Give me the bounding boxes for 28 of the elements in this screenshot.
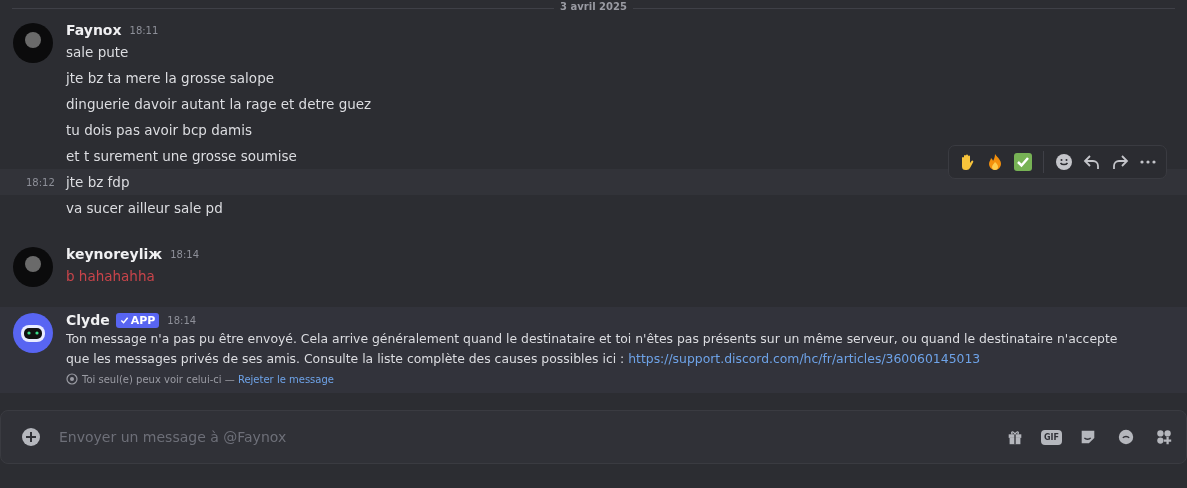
timestamp: 18:12 bbox=[26, 176, 55, 188]
message-text: et t surement une grosse soumise bbox=[66, 147, 297, 166]
support-link[interactable]: https://support.discord.com/hc/fr/articles/360060145013 bbox=[628, 351, 981, 366]
timestamp: 18:14 bbox=[167, 314, 197, 326]
message-text: va sucer ailleur sale pd bbox=[66, 199, 223, 218]
author-name[interactable]: Clyde bbox=[66, 312, 110, 328]
author-name[interactable]: keynoreyliж bbox=[66, 246, 163, 262]
avatar-circle[interactable] bbox=[13, 23, 53, 63]
add-icon[interactable] bbox=[19, 425, 43, 449]
avatar-circle[interactable] bbox=[13, 247, 53, 287]
gif-button[interactable]: GIF bbox=[1041, 429, 1062, 445]
message-text: Ton message n'a pas pu être envoyé. Cela arrive généralement quand le destinataire et toi n'êtes pas présents sur un même serveur, ou quand le destinataire n'accepte que les messages privés de ses amis. Consulte la liste complète des causes possibles ici : https://support.discord.com/hc/fr/articles/360060145013 bbox=[66, 330, 1119, 368]
author-name[interactable]: Faynox bbox=[66, 22, 122, 38]
message-input[interactable]: Envoyer un message à @Faynox GIF bbox=[0, 410, 1187, 464]
message-text: jte bz fdp bbox=[66, 173, 130, 192]
message-text: b hahahahha bbox=[66, 267, 155, 286]
message-text: dinguerie davoir autant la rage et detre guez bbox=[66, 95, 372, 114]
checkmark-icon[interactable] bbox=[1011, 150, 1035, 174]
robot-avatar[interactable] bbox=[13, 313, 53, 353]
timestamp: 18:14 bbox=[170, 248, 200, 260]
hovered-message-row[interactable]: 18:12 jte bz fdp bbox=[0, 169, 1187, 195]
message-text: sale pute bbox=[66, 43, 129, 62]
message-text: jte bz ta mere la grosse salope bbox=[66, 69, 274, 88]
notice-text: Toi seul(e) peux voir celui-ci — Rejeter le message bbox=[82, 373, 334, 385]
timestamp: 18:11 bbox=[129, 24, 159, 36]
app-badge: APP bbox=[115, 312, 160, 328]
dismiss-link[interactable]: Rejeter le message bbox=[237, 373, 334, 385]
message-text: tu dois pas avoir bcp damis bbox=[66, 121, 252, 140]
